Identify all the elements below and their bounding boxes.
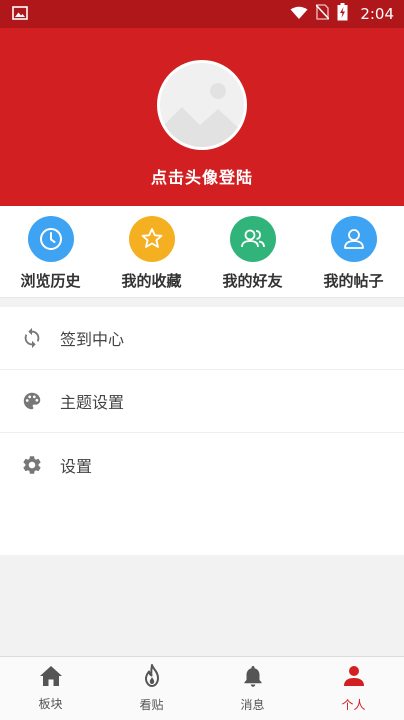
battery-charging-icon bbox=[337, 3, 348, 25]
gear-icon bbox=[20, 453, 44, 477]
bell-icon bbox=[242, 664, 264, 692]
menu-item-settings[interactable]: 设置 bbox=[0, 433, 404, 496]
status-bar: 2:04 bbox=[0, 0, 404, 28]
quick-item-history[interactable]: 浏览历史 bbox=[0, 206, 101, 297]
star-icon bbox=[128, 216, 175, 262]
no-sim-icon bbox=[315, 4, 330, 24]
login-prompt[interactable]: 点击头像登陆 bbox=[0, 164, 404, 188]
bottom-nav: 板块 看贴 消息 个人 bbox=[0, 656, 404, 720]
quick-item-favorites[interactable]: 我的收藏 bbox=[101, 206, 202, 297]
quick-item-friends[interactable]: 我的好友 bbox=[202, 206, 303, 297]
nav-label-profile: 个人 bbox=[341, 698, 366, 712]
home-icon bbox=[39, 665, 63, 691]
profile-header: 点击头像登陆 bbox=[0, 28, 404, 206]
image-icon bbox=[12, 5, 28, 24]
quick-label-friends: 我的好友 bbox=[222, 272, 283, 290]
flame-icon bbox=[141, 664, 163, 692]
palette-icon bbox=[20, 389, 44, 413]
clock-icon bbox=[27, 216, 74, 262]
settings-menu: 签到中心 主题设置 设置 bbox=[0, 307, 404, 555]
menu-label-checkin: 签到中心 bbox=[60, 330, 125, 349]
person-icon bbox=[342, 664, 366, 692]
nav-label-messages: 消息 bbox=[240, 698, 265, 712]
nav-item-messages[interactable]: 消息 bbox=[202, 657, 303, 720]
nav-label-posts: 看贴 bbox=[139, 698, 164, 712]
placeholder-image-icon bbox=[160, 63, 244, 147]
quick-label-history: 浏览历史 bbox=[20, 272, 81, 290]
friends-icon bbox=[229, 216, 276, 262]
menu-label-theme: 主题设置 bbox=[60, 393, 125, 412]
refresh-icon bbox=[20, 326, 44, 350]
quick-item-posts[interactable]: 我的帖子 bbox=[303, 206, 404, 297]
status-time: 2:04 bbox=[360, 5, 394, 23]
nav-item-posts[interactable]: 看贴 bbox=[101, 657, 202, 720]
wifi-icon bbox=[290, 5, 308, 24]
quick-label-posts: 我的帖子 bbox=[323, 272, 384, 290]
menu-item-checkin[interactable]: 签到中心 bbox=[0, 307, 404, 370]
nav-item-boards[interactable]: 板块 bbox=[0, 657, 101, 720]
avatar[interactable] bbox=[157, 60, 247, 150]
menu-item-theme[interactable]: 主题设置 bbox=[0, 370, 404, 433]
quick-label-favorites: 我的收藏 bbox=[121, 272, 182, 290]
menu-label-settings: 设置 bbox=[60, 456, 93, 476]
nav-label-boards: 板块 bbox=[38, 697, 63, 711]
user-icon bbox=[330, 216, 377, 262]
nav-item-profile[interactable]: 个人 bbox=[303, 657, 404, 720]
quick-actions: 浏览历史 我的收藏 我的好友 我的帖子 bbox=[0, 206, 404, 298]
